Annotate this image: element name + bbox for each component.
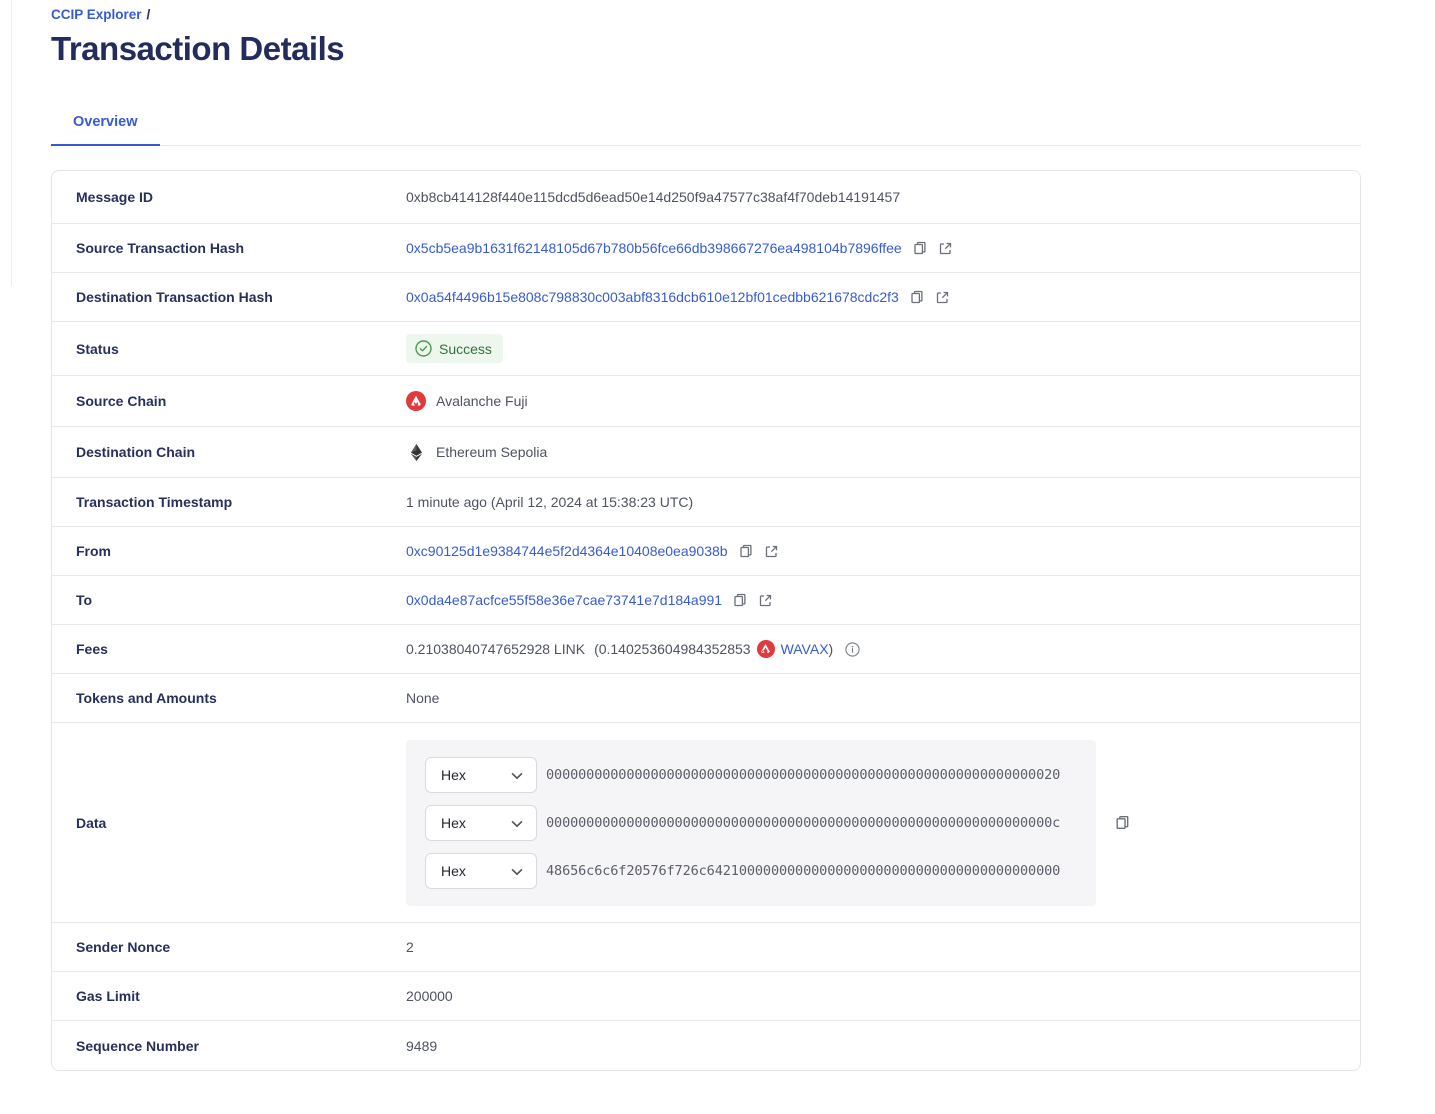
- row-label: Status: [52, 341, 406, 357]
- tokens-value: None: [406, 690, 439, 706]
- row-label: Fees: [52, 641, 406, 657]
- tab-bar: Overview: [51, 114, 1361, 146]
- row-label: Transaction Timestamp: [52, 494, 406, 510]
- table-row-sender-nonce: Sender Nonce 2: [52, 923, 1360, 972]
- fees-link-amount: 0.21038040747652928 LINK: [406, 641, 585, 657]
- dest-tx-hash-link[interactable]: 0x0a54f4496b15e808c798830c003abf8316dcb6…: [406, 289, 899, 305]
- copy-icon[interactable]: [912, 240, 928, 256]
- copy-icon[interactable]: [909, 289, 925, 305]
- hex-line-value: 48656c6c6f20576f726c64210000000000000000…: [546, 863, 1060, 879]
- from-address-link[interactable]: 0xc90125d1e9384744e5f2d4364e10408e0ea903…: [406, 543, 728, 559]
- fees-wavax-amount: (0.140253604984352853: [594, 641, 751, 657]
- main-content: CCIP Explorer / Transaction Details Overv…: [51, 0, 1361, 1071]
- row-label: Gas Limit: [52, 988, 406, 1004]
- table-row-timestamp: Transaction Timestamp 1 minute ago (Apri…: [52, 478, 1360, 527]
- data-line: Hex 48656c6c6f20576f726c6421000000000000…: [425, 853, 1096, 889]
- source-chain-name: Avalanche Fuji: [436, 393, 528, 409]
- table-row-sequence-number: Sequence Number 9489: [52, 1021, 1360, 1070]
- row-label: Destination Chain: [52, 444, 406, 460]
- info-icon[interactable]: [845, 642, 860, 657]
- row-label: To: [52, 592, 406, 608]
- hex-format-select[interactable]: Hex: [425, 805, 537, 841]
- avalanche-icon: [757, 640, 775, 658]
- status-badge-label: Success: [439, 341, 492, 357]
- source-tx-hash-link[interactable]: 0x5cb5ea9b1631f62148105d67b780b56fce66db…: [406, 240, 902, 256]
- external-link-icon[interactable]: [764, 544, 779, 559]
- table-row-fees: Fees 0.21038040747652928 LINK (0.1402536…: [52, 625, 1360, 674]
- data-line: Hex 000000000000000000000000000000000000…: [425, 805, 1096, 841]
- table-row-dest-chain: Destination Chain Ethereum Sepolia: [52, 427, 1360, 478]
- chevron-down-icon: [511, 767, 523, 783]
- row-label: Destination Transaction Hash: [52, 289, 406, 305]
- external-link-icon[interactable]: [938, 241, 953, 256]
- status-badge: Success: [406, 334, 503, 363]
- external-link-icon[interactable]: [935, 290, 950, 305]
- fees-wavax-link[interactable]: WAVAX): [781, 641, 834, 657]
- table-row-status: Status Success: [52, 322, 1360, 376]
- hex-format-select[interactable]: Hex: [425, 853, 537, 889]
- dest-chain-name: Ethereum Sepolia: [436, 444, 547, 460]
- copy-icon[interactable]: [738, 543, 754, 559]
- gas-limit-value: 200000: [406, 988, 453, 1004]
- breadcrumb: CCIP Explorer /: [51, 7, 1361, 22]
- timestamp-value: 1 minute ago (April 12, 2024 at 15:38:23…: [406, 494, 693, 510]
- message-id-value: 0xb8cb414128f440e115dcd5d6ead50e14d250f9…: [406, 189, 900, 205]
- chevron-down-icon: [511, 815, 523, 831]
- row-label: Tokens and Amounts: [52, 690, 406, 706]
- hex-format-select[interactable]: Hex: [425, 757, 537, 793]
- external-link-icon[interactable]: [758, 593, 773, 608]
- transaction-details-card: Message ID 0xb8cb414128f440e115dcd5d6ead…: [51, 170, 1361, 1071]
- table-row-tokens: Tokens and Amounts None: [52, 674, 1360, 723]
- page-edge-divider: [11, 0, 12, 286]
- row-label: Source Transaction Hash: [52, 240, 406, 256]
- table-row-source-chain: Source Chain Avalanche Fuji: [52, 376, 1360, 427]
- copy-icon[interactable]: [1114, 814, 1131, 831]
- hex-line-value: 0000000000000000000000000000000000000000…: [546, 815, 1060, 831]
- sender-nonce-value: 2: [406, 939, 414, 955]
- row-label: Data: [52, 815, 406, 831]
- tab-overview[interactable]: Overview: [51, 114, 160, 146]
- table-row-source-tx-hash: Source Transaction Hash 0x5cb5ea9b1631f6…: [52, 224, 1360, 273]
- page-title: Transaction Details: [51, 30, 1361, 68]
- row-label: Sequence Number: [52, 1038, 406, 1054]
- to-address-link[interactable]: 0x0da4e87acfce55f58e36e7cae73741e7d184a9…: [406, 592, 722, 608]
- hex-line-value: 0000000000000000000000000000000000000000…: [546, 767, 1060, 783]
- row-label: Message ID: [52, 189, 406, 205]
- data-hex-box: Hex 000000000000000000000000000000000000…: [406, 740, 1096, 906]
- table-row-dest-tx-hash: Destination Transaction Hash 0x0a54f4496…: [52, 273, 1360, 322]
- table-row-to: To 0x0da4e87acfce55f58e36e7cae73741e7d18…: [52, 576, 1360, 625]
- row-label: Sender Nonce: [52, 939, 406, 955]
- table-row-gas-limit: Gas Limit 200000: [52, 972, 1360, 1021]
- table-row-from: From 0xc90125d1e9384744e5f2d4364e10408e0…: [52, 527, 1360, 576]
- row-label: Source Chain: [52, 393, 406, 409]
- chevron-down-icon: [511, 863, 523, 879]
- row-label: From: [52, 543, 406, 559]
- table-row-message-id: Message ID 0xb8cb414128f440e115dcd5d6ead…: [52, 171, 1360, 224]
- breadcrumb-separator: /: [147, 7, 151, 22]
- sequence-number-value: 9489: [406, 1038, 437, 1054]
- copy-icon[interactable]: [732, 592, 748, 608]
- table-row-data: Data Hex 0000000000000000000000000000000…: [52, 723, 1360, 923]
- data-line: Hex 000000000000000000000000000000000000…: [425, 757, 1096, 793]
- check-circle-icon: [415, 340, 432, 357]
- breadcrumb-ccip-explorer-link[interactable]: CCIP Explorer: [51, 7, 142, 22]
- ethereum-icon: [406, 444, 426, 461]
- avalanche-icon: [406, 391, 426, 411]
